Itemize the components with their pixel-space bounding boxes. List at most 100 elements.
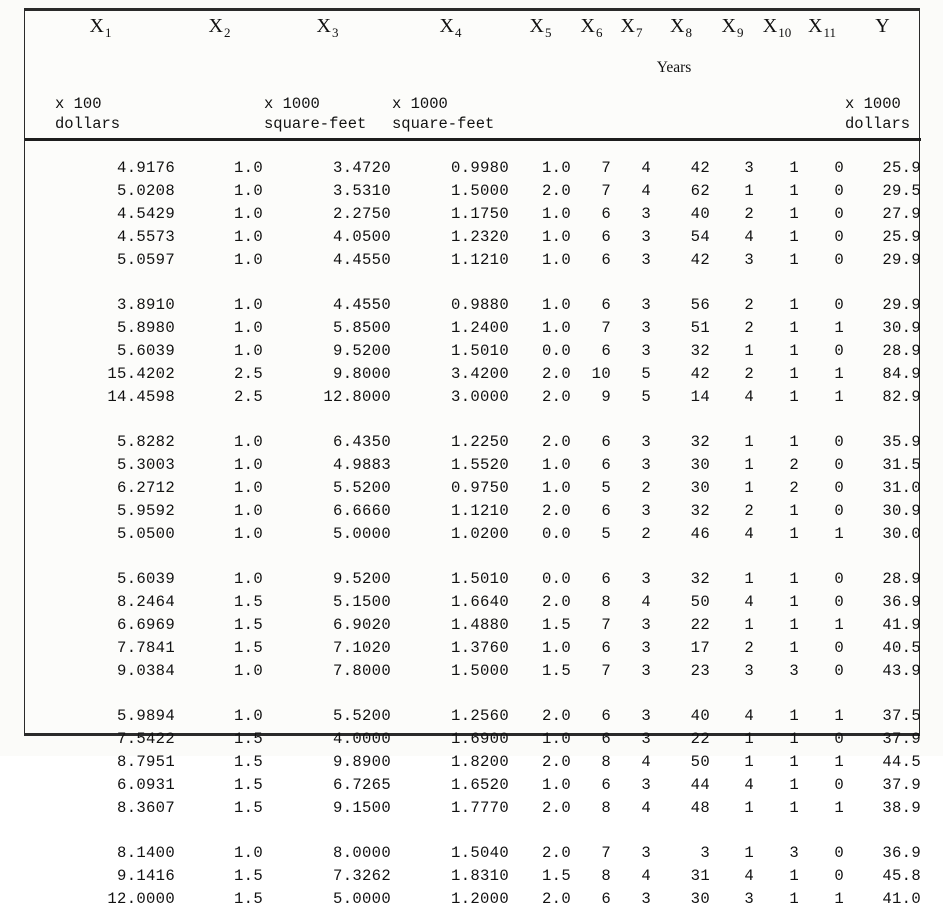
cell-x7: 3	[611, 294, 651, 317]
cell-x2: 1.0	[175, 523, 263, 546]
cell-x4: 1.5000	[391, 660, 509, 683]
header-symbol-row: X1 X2 X3 X4 X5 X6 X7 X8 X9 X10 X11 Y	[25, 11, 921, 55]
column-header-x2-subscript: 2	[224, 25, 231, 40]
cell-x1: 12.0000	[25, 888, 175, 911]
cell-x1: 9.1416	[25, 865, 175, 888]
cell-x11: 0	[799, 591, 844, 614]
cell-x10: 1	[754, 614, 799, 637]
table-row: 7.54221.54.00001.69001.0632211037.9	[25, 728, 921, 751]
column-header-x1-subscript: 1	[105, 25, 112, 40]
cell-x11: 0	[799, 454, 844, 477]
column-header-x10: X10	[754, 11, 799, 55]
cell-x7: 2	[611, 477, 651, 500]
table-row: 5.05971.04.45501.12101.0634231029.9	[25, 249, 921, 272]
column-units-y: x 1000 dollars	[844, 81, 921, 138]
cell-x6: 6	[571, 249, 611, 272]
cell-x11: 0	[799, 157, 844, 180]
cell-x1: 15.4202	[25, 363, 175, 386]
cell-x11: 0	[799, 500, 844, 523]
cell-x7: 3	[611, 728, 651, 751]
cell-x8: 51	[651, 317, 710, 340]
spacer-cell	[25, 140, 921, 158]
column-header-x8: X8	[651, 11, 710, 55]
table-group-gap	[25, 683, 921, 705]
cell-x2: 1.0	[175, 180, 263, 203]
cell-x10: 1	[754, 500, 799, 523]
cell-x3: 4.4550	[263, 294, 391, 317]
cell-x10: 1	[754, 180, 799, 203]
table-row: 15.42022.59.80003.42002.01054221184.9	[25, 363, 921, 386]
cell-x9: 3	[710, 249, 754, 272]
cell-x1: 5.0500	[25, 523, 175, 546]
cell-y: 31.0	[844, 477, 921, 500]
cell-x7: 3	[611, 226, 651, 249]
cell-x1: 3.8910	[25, 294, 175, 317]
cell-x1: 6.6969	[25, 614, 175, 637]
cell-y: 31.5	[844, 454, 921, 477]
cell-x8: 30	[651, 888, 710, 911]
cell-x2: 1.0	[175, 431, 263, 454]
cell-x6: 6	[571, 888, 611, 911]
cell-x6: 9	[571, 386, 611, 409]
cell-x5: 1.5	[509, 660, 571, 683]
cell-x8: 50	[651, 591, 710, 614]
table-row: 6.09311.56.72651.65201.0634441037.9	[25, 774, 921, 797]
cell-x10: 2	[754, 454, 799, 477]
cell-x5: 2.0	[509, 500, 571, 523]
cell-x11: 1	[799, 797, 844, 820]
column-units-x7	[611, 81, 651, 138]
column-header-x11-subscript: 11	[823, 25, 836, 40]
cell-x9: 1	[710, 728, 754, 751]
cell-x5: 0.0	[509, 568, 571, 591]
cell-x8: 42	[651, 157, 710, 180]
cell-x2: 1.5	[175, 591, 263, 614]
cell-x10: 1	[754, 363, 799, 386]
table-top-spacer	[25, 140, 921, 158]
table-row: 8.14001.08.00001.50402.073313036.9	[25, 842, 921, 865]
column-units-x10	[754, 81, 799, 138]
cell-x6: 8	[571, 591, 611, 614]
cell-x11: 1	[799, 751, 844, 774]
cell-y: 30.0	[844, 523, 921, 546]
cell-x8: 30	[651, 477, 710, 500]
cell-x7: 3	[611, 203, 651, 226]
cell-x5: 2.0	[509, 363, 571, 386]
cell-x5: 1.5	[509, 614, 571, 637]
table-row: 6.27121.05.52000.97501.0523012031.0	[25, 477, 921, 500]
cell-x1: 8.2464	[25, 591, 175, 614]
cell-y: 82.9	[844, 386, 921, 409]
column-header-x2: X2	[175, 11, 263, 55]
cell-x1: 8.7951	[25, 751, 175, 774]
cell-x4: 1.0200	[391, 523, 509, 546]
table-row: 4.55731.04.05001.23201.0635441025.9	[25, 226, 921, 249]
column-units-x1: x 100 dollars	[25, 81, 175, 138]
column-header-x9: X9	[710, 11, 754, 55]
cell-x4: 1.5520	[391, 454, 509, 477]
cell-x1: 5.6039	[25, 568, 175, 591]
cell-y: 37.9	[844, 728, 921, 751]
table-row: 8.79511.59.89001.82002.0845011144.5	[25, 751, 921, 774]
cell-x4: 0.9880	[391, 294, 509, 317]
cell-x9: 1	[710, 797, 754, 820]
cell-x3: 2.2750	[263, 203, 391, 226]
cell-x5: 2.0	[509, 797, 571, 820]
table-row: 5.89801.05.85001.24001.0735121130.9	[25, 317, 921, 340]
column-header-x6-subscript: 6	[596, 25, 603, 40]
cell-x3: 3.4720	[263, 157, 391, 180]
cell-x5: 1.5	[509, 865, 571, 888]
table-row: 5.02081.03.53101.50002.0746211029.5	[25, 180, 921, 203]
cell-x6: 6	[571, 500, 611, 523]
cell-y: 41.9	[844, 614, 921, 637]
cell-x5: 1.0	[509, 203, 571, 226]
table-row: 4.54291.02.27501.17501.0634021027.9	[25, 203, 921, 226]
cell-x7: 2	[611, 523, 651, 546]
cell-x10: 1	[754, 431, 799, 454]
cell-x11: 0	[799, 294, 844, 317]
cell-x9: 2	[710, 317, 754, 340]
cell-x4: 1.2000	[391, 888, 509, 911]
table-group-gap	[25, 820, 921, 842]
cell-x3: 4.9883	[263, 454, 391, 477]
cell-x7: 5	[611, 386, 651, 409]
cell-x3: 5.0000	[263, 523, 391, 546]
cell-x7: 3	[611, 340, 651, 363]
